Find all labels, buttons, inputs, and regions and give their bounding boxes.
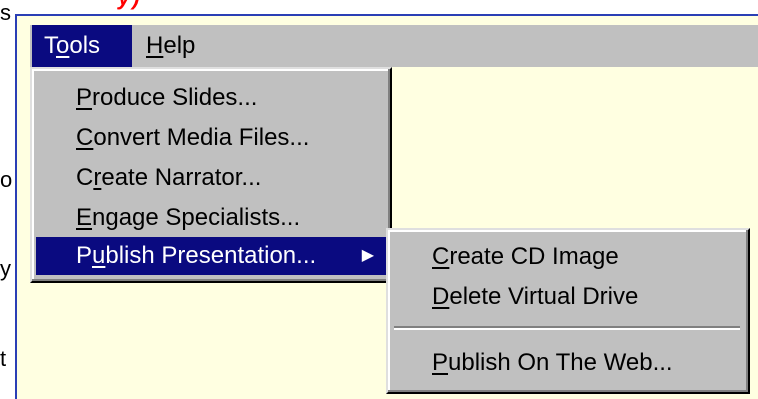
tools-dropdown: Produce Slides... Convert Media Files...… <box>30 67 392 283</box>
menu-separator <box>394 326 740 330</box>
menu-tools[interactable]: Tools <box>32 25 132 67</box>
menu-item-publish-on-the-web[interactable]: Publish On The Web... <box>392 344 744 382</box>
menu-help[interactable]: Help <box>134 25 224 67</box>
menu-item-create-narrator[interactable]: Create Narrator... <box>36 159 386 197</box>
menu-item-convert-media-files[interactable]: Convert Media Files... <box>36 119 386 157</box>
menu-label: T <box>44 32 56 59</box>
menu-item-create-cd-image[interactable]: Create CD Image <box>392 238 744 276</box>
menu-label: ols <box>69 32 101 59</box>
menu-accelerator: u <box>92 242 106 269</box>
menu-accelerator: H <box>146 32 164 59</box>
menu-accelerator: o <box>56 32 70 59</box>
menu-accelerator: C <box>76 124 94 151</box>
menu-accelerator: E <box>76 204 93 231</box>
menu-label: elp <box>163 32 196 59</box>
menu-label: onvert Media Files... <box>93 124 310 151</box>
menu-label: ublish On The Web... <box>448 349 673 376</box>
menu-label: P <box>76 242 93 269</box>
menu-item-delete-virtual-drive[interactable]: Delete Virtual Drive <box>392 278 744 316</box>
menu-accelerator: C <box>432 243 450 270</box>
menu-bar: Tools Help <box>30 25 758 67</box>
margin-text-fragment: o <box>0 167 13 192</box>
menu-accelerator: P <box>76 84 93 111</box>
menu-item-engage-specialists[interactable]: Engage Specialists... <box>36 199 386 237</box>
margin-text-fragment: t <box>0 346 7 371</box>
menu-accelerator: P <box>432 349 449 376</box>
margin-text-fragment: s <box>0 0 11 25</box>
menu-label: reate CD Image <box>449 243 619 270</box>
triangle-right-icon: ▶ <box>361 247 374 264</box>
menu-item-publish-presentation[interactable]: Publish Presentation... ▶ <box>36 237 386 275</box>
menu-label: blish Presentation... <box>105 242 317 269</box>
heading-fragment: y) <box>118 0 142 11</box>
menu-label: elete Virtual Drive <box>449 283 639 310</box>
margin-text-fragment: y <box>0 256 11 281</box>
publish-submenu: Create CD Image Delete Virtual Drive Pub… <box>386 228 750 394</box>
menu-item-produce-slides[interactable]: Produce Slides... <box>36 79 386 117</box>
menu-accelerator: D <box>432 283 450 310</box>
menu-label: C <box>76 164 94 191</box>
menu-label: ngage Specialists... <box>92 204 301 231</box>
menu-label: eate Narrator... <box>101 164 262 191</box>
menu-label: roduce Slides... <box>92 84 258 111</box>
